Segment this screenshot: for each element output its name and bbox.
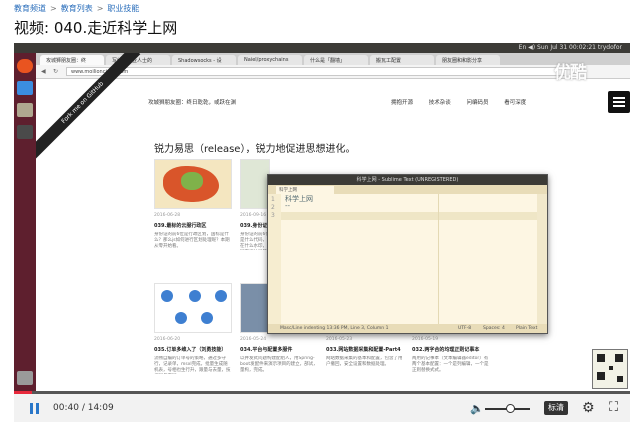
page-root: 教育频道 > 教育列表 > 职业技能 视频: 040.走近科学上网 En ◀) Sun …	[0, 0, 640, 422]
editor-window: 科学上网 - Sublime Text (UNREGISTERED) 科学上网 …	[267, 174, 548, 334]
card-description: 以并发式问题构建配组人，用Spring-boot发配件来演示项目的建立，部试，量…	[240, 356, 318, 373]
youku-watermark: 优酷	[554, 63, 587, 83]
breadcrumb-item-edu-channel[interactable]: 教育频道	[14, 4, 46, 13]
site-nav-item: 拥抱开源	[391, 100, 414, 106]
browser-tab: 什么是「翻墙」	[304, 55, 368, 65]
site-nav: 拥抱开源 技术杂谈 问编码员 看可深度	[391, 98, 540, 106]
current-line-highlight	[281, 212, 537, 220]
editor-status-left: Masc/Line indenting 13:36 PM, Line 3, Co…	[280, 326, 389, 331]
site-nav-item: 技术杂谈	[428, 100, 451, 106]
editor-status-bar: Masc/Line indenting 13:36 PM, Line 3, Co…	[268, 324, 547, 333]
volume-knob[interactable]	[505, 404, 515, 413]
card-description: 流畅自编的订单号的策略，通过多守行，记录单，msxl完成，批量生成随机表，号相也…	[154, 356, 231, 373]
diagram-thumbnail	[154, 283, 232, 333]
card-description: 网站数据采集的基本和配置，包含了用户撤回，安全设置和数据处理。	[326, 356, 403, 367]
id-card-thumbnail	[240, 159, 270, 209]
breadcrumb-separator: >	[50, 4, 57, 13]
video-frame[interactable]: En ◀) Sun Jul 31 00:02:21 trydofor 攻城狮朋友…	[14, 43, 630, 391]
browser-tab: Naiel/proxychains	[238, 55, 302, 65]
editor-ruler	[438, 194, 439, 324]
card-title: 039.身份证	[240, 223, 268, 229]
browser-tab: 朋友圈和和影分享	[436, 55, 500, 65]
breadcrumb: 教育频道 > 教育列表 > 职业技能	[14, 3, 139, 14]
editor-gutter: 1 2 3	[268, 194, 281, 324]
desktop-top-bar: En ◀) Sun Jul 31 00:02:21 trydofor	[14, 43, 630, 53]
article-card: 2016-06-28 039.最标的云服行政区 身份证的前6位是行政区划，国标是…	[154, 159, 232, 250]
line-number: 2	[271, 204, 275, 211]
browser-tab: 搬瓦工配置	[370, 55, 434, 65]
card-title: 035.订单多维入了（刘勇技能）	[154, 347, 227, 353]
map-thumbnail	[154, 159, 232, 209]
terminal-icon	[17, 125, 33, 139]
editor-minimap	[537, 194, 547, 324]
menu-icon	[608, 91, 630, 113]
article-card: 2016-06-20 035.订单多维入了（刘勇技能） 流畅自编的订单号的策略，…	[154, 283, 232, 374]
card-date: 2016-06-20	[154, 337, 181, 342]
breadcrumb-item-edu-list[interactable]: 教育列表	[61, 4, 93, 13]
gear-icon[interactable]: ⚙	[582, 400, 595, 416]
card-date: 2016-05-24	[240, 337, 267, 342]
editor-status-encoding: UTF-8	[458, 326, 472, 331]
site-nav-item: 问编码员	[466, 100, 489, 106]
code-line: --	[285, 202, 291, 210]
qr-logo-icon	[592, 349, 628, 389]
card-title: 032.两字合的均理正则记事本	[412, 347, 480, 353]
card-description: 两用的记事本（文本编辑器editor）有两个基本配置：一个是列编辑，一个是正则替…	[412, 356, 489, 373]
browser-tab: 攻城狮朋友圈：终	[40, 55, 104, 65]
trash-icon	[17, 371, 33, 385]
breadcrumb-item-vocational[interactable]: 职业技能	[107, 4, 139, 13]
card-date: 2016-06-28	[154, 213, 181, 218]
duration: 14:09	[87, 403, 114, 413]
desktop-status-text: En ◀) Sun Jul 31 00:02:21 trydofor	[518, 44, 622, 51]
site-name: 攻城狮朋友圈：终日乾乾，或跃在渊	[148, 100, 237, 106]
editor-tab: 科学上网	[276, 186, 334, 194]
address-bar: www.moilioncircle.com	[66, 67, 566, 76]
quality-button[interactable]: 标清	[544, 401, 568, 415]
card-description: 身份证的前6位是行政区划，国标是什么？那么js如何进行区划处理呢？本期从零开始看…	[154, 232, 230, 249]
card-title: 034.平台与配置多服件	[240, 347, 293, 353]
breadcrumb-separator: >	[96, 4, 104, 13]
editor-title-bar: 科学上网 - Sublime Text (UNREGISTERED)	[268, 175, 547, 185]
card-title: 033.网站数据采集和配置-Part4	[326, 347, 401, 353]
video-player[interactable]: En ◀) Sun Jul 31 00:02:21 trydofor 攻城狮朋友…	[14, 43, 630, 422]
editor-status-syntax: Plain Text	[516, 326, 538, 331]
back-icon: ◀	[41, 68, 46, 75]
fullscreen-icon[interactable]: ⛶	[609, 400, 618, 415]
reload-icon: ↻	[53, 68, 59, 75]
ubuntu-logo-icon	[17, 59, 33, 73]
volume-icon[interactable]: 🔈	[470, 402, 484, 415]
site-headline: 锐力易思（release），锐力地促进思想进化。	[154, 144, 356, 155]
desktop-launcher	[14, 53, 36, 391]
site-nav-item: 看可深度	[504, 100, 527, 106]
card-description: 身份证的前6位是什么代码，在什么水印，国家统计局等信息，下个实用。	[240, 232, 270, 249]
editor-tab-strip: 科学上网	[268, 185, 547, 194]
browser-icon	[17, 81, 33, 95]
editor-status-indent: Spaces: 4	[483, 326, 505, 331]
line-number: 1	[271, 196, 275, 203]
browser-tab: Shadowsocks - 设	[172, 55, 236, 65]
current-time: 00:40	[53, 403, 79, 413]
time-display: 00:40 / 14:09	[53, 403, 114, 413]
player-controls: 00:40 / 14:09 🔈 标清 ⚙ ⛶	[14, 394, 630, 422]
files-icon	[17, 103, 33, 117]
card-date: 2016-09-16	[240, 213, 267, 218]
card-title: 039.最标的云服行政区	[154, 223, 207, 229]
line-number: 3	[271, 212, 275, 219]
card-date: 2016-05-19	[412, 337, 439, 342]
page-title: 视频: 040.走近科学上网	[14, 19, 178, 37]
time-separator: /	[81, 403, 85, 413]
card-date: 2016-05-23	[326, 337, 353, 342]
pause-button[interactable]	[29, 403, 40, 414]
article-card: 2016-09-16 039.身份证 身份证的前6位是什么代码，在什么水印，国家…	[240, 159, 270, 250]
